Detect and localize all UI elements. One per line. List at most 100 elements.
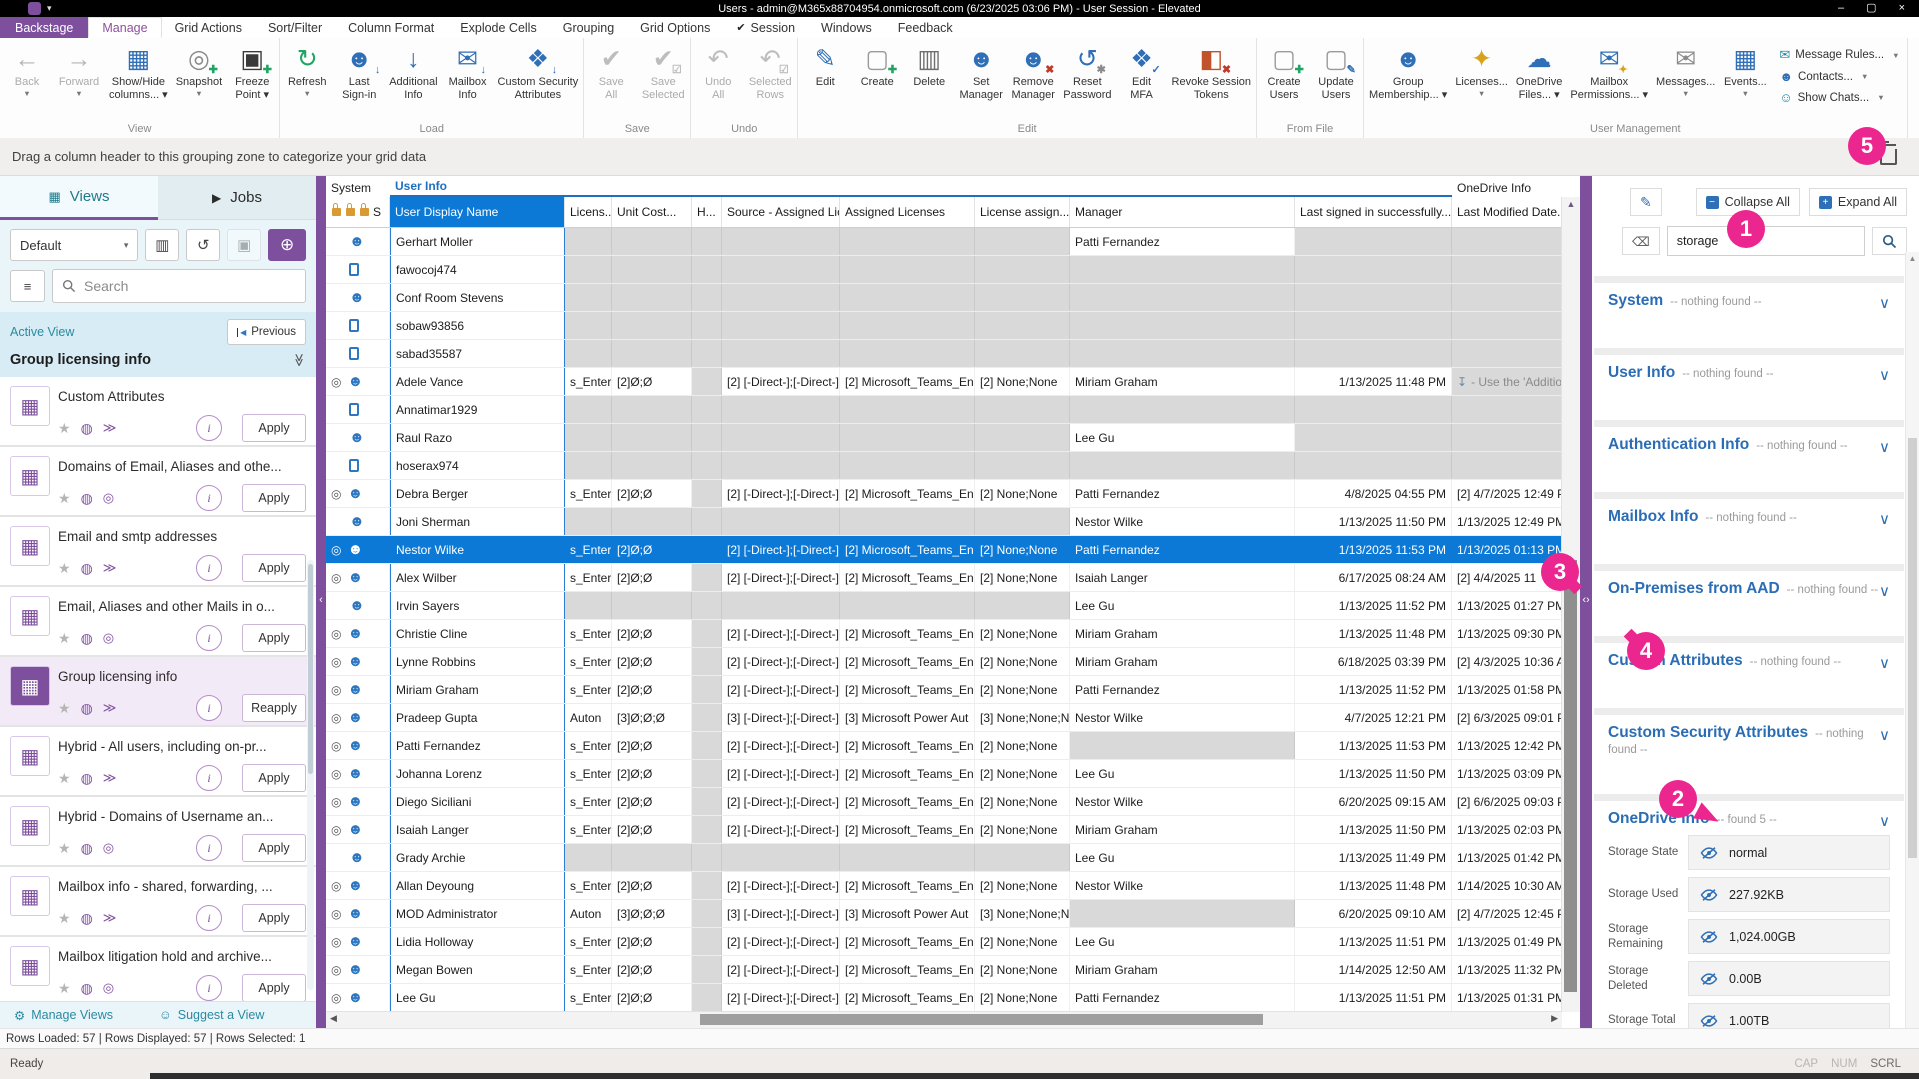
table-row[interactable]: ◎☻Allan Deyoungs_Enter[2]Ø;Ø[2] [-Direct… (326, 872, 1562, 900)
table-row[interactable]: ◎☻Debra Bergers_Enter[2]Ø;Ø[2] [-Direct-… (326, 480, 1562, 508)
licenses-button[interactable]: ✦Licenses...▼ (1451, 40, 1512, 99)
onedrive-files-button[interactable]: ☁OneDriveFiles... ▾ (1512, 40, 1566, 102)
info-button[interactable]: i (196, 975, 222, 1001)
star-icon[interactable]: ★ (58, 980, 71, 997)
tab-column-format[interactable]: Column Format (335, 17, 447, 38)
star-icon[interactable]: ★ (58, 420, 71, 437)
minimize-button[interactable]: – (1838, 3, 1844, 14)
view-list-item[interactable]: ▦Email, Aliases and other Mails in o...★… (0, 587, 316, 657)
apply-view-button[interactable]: Apply (242, 484, 306, 512)
additional-info-button[interactable]: ↓AdditionalInfo (385, 40, 441, 102)
right-panel-splitter[interactable]: ‹› (1580, 176, 1592, 1028)
table-row[interactable]: fawocoj474 (326, 256, 1562, 284)
tab-grid-options[interactable]: Grid Options (627, 17, 723, 38)
tab-windows[interactable]: Windows (808, 17, 885, 38)
table-row[interactable]: ◎☻Patti Fernandezs_Enter[2]Ø;Ø[2] [-Dire… (326, 732, 1562, 760)
chevron-down-icon[interactable]: ∨ (1879, 812, 1890, 830)
tab-session[interactable]: ✔Session (723, 17, 808, 38)
left-panel-splitter[interactable]: ‹ (316, 176, 326, 1028)
apply-view-button[interactable]: Apply (242, 624, 306, 652)
table-row[interactable]: ◎☻Pradeep GuptaAuton[3]Ø;Ø;Ø[3] [-Direct… (326, 704, 1562, 732)
field-value-box[interactable]: normal (1688, 835, 1890, 870)
reset-password-button[interactable]: ↺✱ResetPassword (1059, 40, 1115, 102)
scroll-up-icon[interactable]: ▲ (1562, 199, 1580, 209)
revert-view-button[interactable]: ↺ (186, 229, 220, 261)
contacts-button[interactable]: ☻Contacts...▼ (1779, 69, 1899, 84)
column-header-manager[interactable]: Manager (1070, 197, 1295, 227)
section-title[interactable]: Custom Security Attributes (1608, 724, 1808, 741)
right-panel-scrollbar[interactable]: ▲ (1905, 252, 1919, 1028)
create-users-button[interactable]: ▢✚CreateUsers (1258, 40, 1310, 102)
star-icon[interactable]: ★ (58, 910, 71, 927)
table-row[interactable]: ◎☻Alex Wilbers_Enter[2]Ø;Ø[2] [-Direct-]… (326, 564, 1562, 592)
chevron-down-icon[interactable]: ∨ (1879, 294, 1890, 312)
last-sign-in-button[interactable]: ☻↓LastSign-in (333, 40, 385, 102)
snapshot-button[interactable]: ◎✚Snapshot▼ (172, 40, 226, 99)
scroll-left-icon[interactable]: ◀ (330, 1013, 337, 1024)
table-row[interactable]: ◎☻Lidia Holloways_Enter[2]Ø;Ø[2] [-Direc… (326, 928, 1562, 956)
info-button[interactable]: i (196, 555, 222, 581)
table-row[interactable]: sobaw93856 (326, 312, 1562, 340)
table-row[interactable]: ☻Conf Room Stevens (326, 284, 1562, 312)
collapse-expand-right-panel-icons[interactable]: ‹› (1580, 594, 1592, 606)
back-button[interactable]: ←Back▼ (1, 40, 53, 99)
suggest-view-button[interactable]: ☺Suggest a View (159, 1008, 264, 1022)
apply-view-button[interactable]: Apply (242, 834, 306, 862)
tab-backstage[interactable]: Backstage (0, 17, 88, 38)
edit-mfa-button[interactable]: ❖✓EditMFA (1116, 40, 1168, 102)
info-button[interactable]: i (196, 415, 222, 441)
view-list-item[interactable]: ▦Hybrid - Domains of Username an...★◍◎iA… (0, 797, 316, 867)
table-row[interactable]: ☻Gerhart MollerPatti Fernandez (326, 228, 1562, 256)
show-hide-columns-button[interactable]: ▦Show/Hidecolumns... ▾ (105, 40, 172, 102)
section-title[interactable]: User Info (1608, 364, 1675, 381)
message-rules-button[interactable]: ✉Message Rules...▼ (1779, 47, 1899, 63)
collapse-active-view-icon[interactable]: ≫ (291, 353, 307, 367)
previous-view-button[interactable]: ◀ Previous (227, 319, 306, 345)
info-button[interactable]: i (196, 905, 222, 931)
mailbox-info-button[interactable]: ✉↓MailboxInfo (442, 40, 494, 102)
delete-button[interactable]: ▥Delete (903, 40, 955, 89)
star-icon[interactable]: ★ (58, 490, 71, 507)
events-button[interactable]: ▦Events...▼ (1719, 40, 1771, 99)
chevron-down-icon[interactable]: ∨ (1879, 582, 1890, 600)
field-value-box[interactable]: 227.92KB (1688, 877, 1890, 912)
apply-view-button[interactable]: Apply (242, 974, 306, 1001)
freeze-point-button[interactable]: ▣✚FreezePoint ▾ (226, 40, 278, 102)
forward-button[interactable]: →Forward▼ (53, 40, 105, 99)
view-list-item[interactable]: ▦Hybrid - All users, including on-pr...★… (0, 727, 316, 797)
table-row[interactable]: ◎☻Diego Sicilianis_Enter[2]Ø;Ø[2] [-Dire… (326, 788, 1562, 816)
scroll-up-icon[interactable]: ▲ (1906, 254, 1919, 263)
edit-button[interactable]: ✎Edit (799, 40, 851, 89)
column-header-licens-[interactable]: Licens... (565, 197, 612, 227)
view-list-item[interactable]: ▦Mailbox info - shared, forwarding, ...★… (0, 867, 316, 937)
info-button[interactable]: i (196, 765, 222, 791)
grid-vscroll-thumb[interactable] (1564, 560, 1577, 992)
grouping-zone[interactable]: Drag a column header to this grouping zo… (0, 138, 1919, 176)
save-all-button[interactable]: ✔SaveAll (585, 40, 637, 102)
table-row[interactable]: Annatimar1929 (326, 396, 1562, 424)
save-view-button[interactable]: ▣ (227, 229, 261, 261)
set-manager-button[interactable]: ☻SetManager (955, 40, 1007, 102)
section-title[interactable]: Mailbox Info (1608, 508, 1698, 525)
expand-all-button[interactable]: + Expand All (1809, 188, 1907, 216)
group-membership-button[interactable]: ☻GroupMembership... ▾ (1365, 40, 1451, 102)
manage-views-button[interactable]: ⚙Manage Views (14, 1008, 113, 1023)
filter-views-button[interactable]: ≡ (10, 270, 45, 302)
star-icon[interactable]: ★ (58, 560, 71, 577)
chevron-down-icon[interactable]: ∨ (1879, 366, 1890, 384)
field-search-button[interactable] (1872, 227, 1907, 255)
table-row[interactable]: hoserax974 (326, 452, 1562, 480)
view-list-item[interactable]: ▦Domains of Email, Aliases and othe...★◍… (0, 447, 316, 517)
field-search-input[interactable]: storage (1667, 226, 1865, 256)
table-row[interactable]: ☻Irvin SayersLee Gu1/13/2025 11:52 PM1/1… (326, 592, 1562, 620)
field-value-box[interactable]: 1,024.00GB (1688, 919, 1890, 954)
titlebar-dropdown-icon[interactable]: ▾ (47, 3, 52, 14)
mailbox-permissions-button[interactable]: ✉✦MailboxPermissions... ▾ (1566, 40, 1652, 102)
table-row[interactable]: ☻Grady ArchieLee Gu1/13/2025 11:49 PM1/1… (326, 844, 1562, 872)
table-row[interactable]: ◎☻Christie Clines_Enter[2]Ø;Ø[2] [-Direc… (326, 620, 1562, 648)
star-icon[interactable]: ★ (58, 630, 71, 647)
edit-views-button[interactable]: ▥ (145, 229, 179, 261)
table-row[interactable]: ◎☻Johanna Lorenzs_Enter[2]Ø;Ø[2] [-Direc… (326, 760, 1562, 788)
right-panel-scroll-thumb[interactable] (1908, 438, 1917, 858)
star-icon[interactable]: ★ (58, 840, 71, 857)
